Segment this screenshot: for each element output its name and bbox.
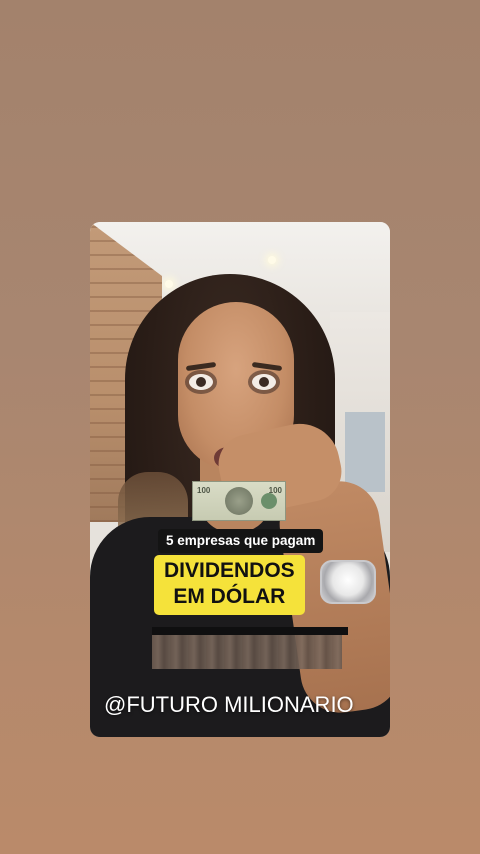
redaction-bar: [152, 627, 348, 635]
headline-box: DIVIDENDOS EM DÓLAR: [154, 555, 305, 615]
ceiling-light: [165, 280, 173, 288]
wristwatch: [320, 560, 376, 604]
bill-denomination-left: 100: [197, 486, 211, 495]
headline-line-2: EM DÓLAR: [173, 585, 286, 608]
story-media-card[interactable]: 100 100 5 empresas que pagam DIVIDENDOS …: [90, 222, 390, 737]
ceiling-light: [268, 256, 276, 264]
blurred-region: [152, 635, 342, 669]
doorway: [345, 412, 385, 492]
dollar-bill-sticker: 100 100: [192, 481, 286, 521]
bill-denomination-right: 100: [268, 486, 282, 495]
right-eye: [252, 374, 276, 390]
bill-portrait: [225, 487, 253, 515]
bill-seal: [261, 493, 277, 509]
account-handle[interactable]: @FUTURO MILIONARIO: [104, 692, 354, 718]
left-eye: [189, 374, 213, 390]
headline-line-1: DIVIDENDOS: [164, 559, 295, 582]
caption-label: 5 empresas que pagam: [158, 529, 324, 553]
